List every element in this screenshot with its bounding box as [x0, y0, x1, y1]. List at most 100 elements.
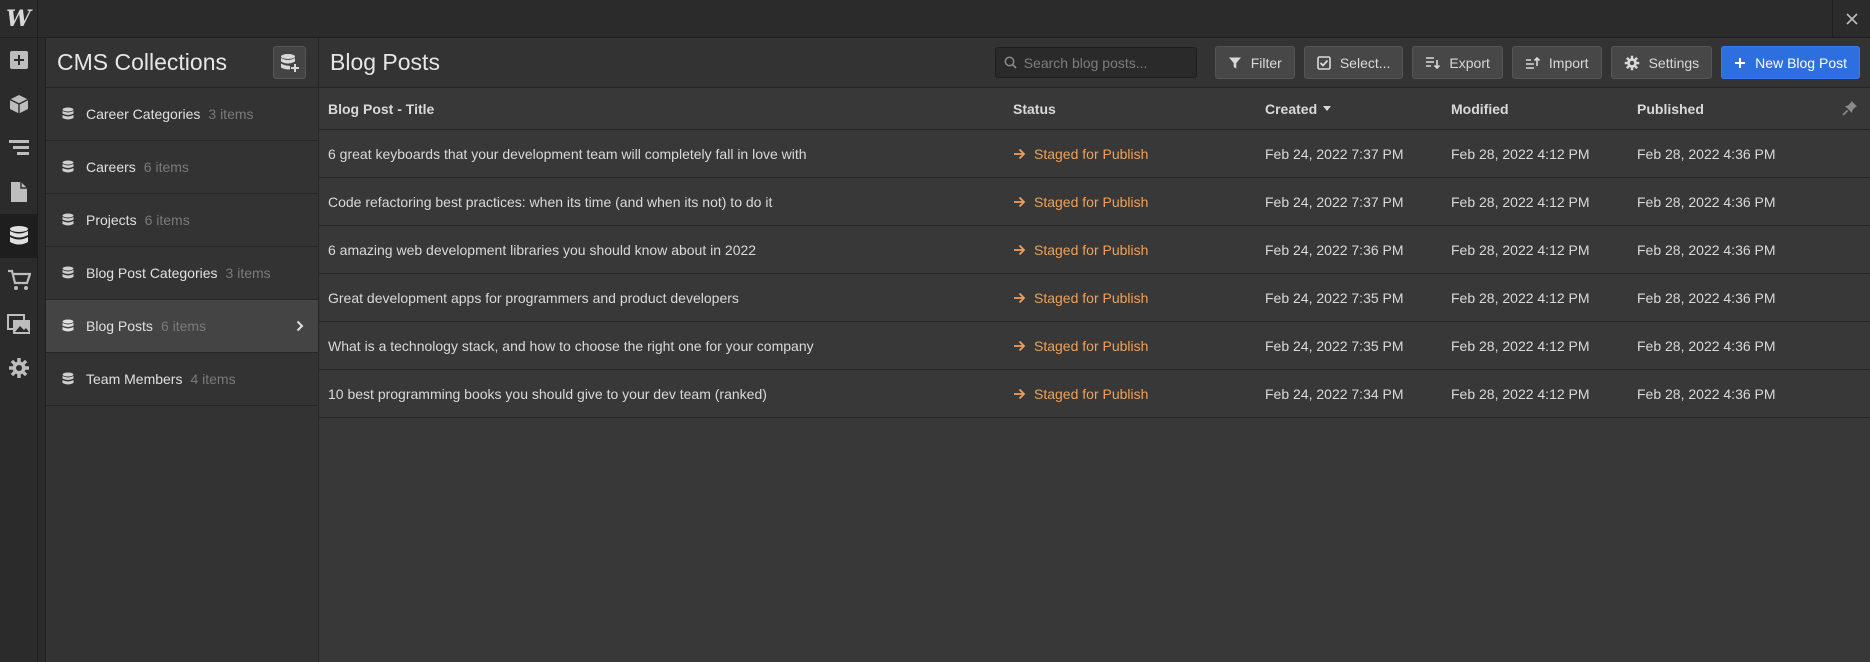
collections-panel: CMS Collections Career Categories 3 item…	[46, 38, 319, 662]
import-icon	[1525, 56, 1540, 69]
collection-count: 6 items	[160, 318, 207, 334]
post-modified: Feb 28, 2022 4:12 PM	[1451, 145, 1590, 162]
export-icon	[1426, 56, 1441, 69]
status-text: Staged for Publish	[1034, 145, 1149, 162]
collection-name: Careers	[86, 159, 136, 175]
collection-item-blog-posts[interactable]: Blog Posts 6 items	[46, 300, 318, 353]
post-published: Feb 28, 2022 4:36 PM	[1637, 193, 1776, 210]
database-icon	[62, 319, 74, 332]
table-row[interactable]: 6 amazing web development libraries you …	[319, 226, 1870, 274]
table-header: Blog Post - Title Status Created Modifie…	[319, 88, 1870, 130]
post-modified: Feb 28, 2022 4:12 PM	[1451, 289, 1590, 306]
post-status: Staged for Publish	[1013, 386, 1265, 402]
collection-item-career-categories[interactable]: Career Categories 3 items	[46, 88, 318, 141]
collection-count: 4 items	[190, 371, 236, 387]
post-status: Staged for Publish	[1013, 194, 1265, 210]
table-row[interactable]: Great development apps for programmers a…	[319, 274, 1870, 322]
post-title: What is a technology stack, and how to c…	[328, 337, 814, 354]
box-icon	[9, 95, 29, 114]
post-status: Staged for Publish	[1013, 290, 1265, 306]
post-status: Staged for Publish	[1013, 338, 1265, 354]
post-modified: Feb 28, 2022 4:12 PM	[1451, 385, 1590, 402]
gear-icon	[1624, 55, 1639, 70]
rail-components[interactable]	[0, 82, 38, 126]
column-created-label: Created	[1265, 100, 1318, 117]
checkbox-icon	[1317, 55, 1331, 70]
status-text: Staged for Publish	[1034, 385, 1149, 402]
add-database-icon	[280, 53, 299, 72]
settings-button[interactable]: Settings	[1610, 46, 1713, 79]
post-title: Great development apps for programmers a…	[328, 289, 739, 306]
database-icon	[62, 107, 74, 120]
export-button[interactable]: Export	[1412, 46, 1503, 79]
column-title[interactable]: Blog Post - Title	[319, 101, 1013, 117]
add-collection-button[interactable]	[273, 46, 306, 79]
collection-name: Team Members	[86, 371, 183, 387]
chevron-right-icon	[296, 320, 304, 332]
settings-icon	[9, 358, 29, 378]
collection-name: Projects	[86, 212, 137, 228]
new-blog-post-label: New Blog Post	[1755, 54, 1847, 71]
search-box[interactable]	[994, 47, 1197, 78]
select-button[interactable]: Select...	[1303, 46, 1404, 79]
search-input[interactable]	[1023, 54, 1184, 71]
column-modified[interactable]: Modified	[1451, 101, 1637, 117]
rail-settings[interactable]	[0, 346, 38, 390]
post-created: Feb 24, 2022 7:34 PM	[1265, 385, 1404, 402]
rail-cms[interactable]	[0, 214, 38, 258]
sort-desc-icon	[1323, 106, 1332, 111]
post-modified: Feb 28, 2022 4:12 PM	[1451, 193, 1590, 210]
collection-item-careers[interactable]: Careers 6 items	[46, 141, 318, 194]
arrow-right-icon	[1014, 388, 1026, 399]
table-row[interactable]: What is a technology stack, and how to c…	[319, 322, 1870, 370]
status-text: Staged for Publish	[1034, 241, 1149, 258]
post-status: Staged for Publish	[1013, 146, 1265, 162]
column-published[interactable]: Published	[1637, 101, 1823, 117]
new-blog-post-button[interactable]: New Blog Post	[1721, 46, 1860, 79]
collection-count: 3 items	[225, 265, 271, 281]
rail-ecommerce[interactable]	[0, 258, 38, 302]
left-icon-rail	[0, 38, 38, 662]
close-button[interactable]	[1832, 0, 1870, 38]
collection-count: 6 items	[143, 159, 189, 175]
post-title: 6 great keyboards that your development …	[328, 145, 807, 162]
column-status[interactable]: Status	[1013, 101, 1265, 117]
main-panel: Blog Posts Filter Select... Export Impor…	[319, 38, 1870, 662]
post-published: Feb 28, 2022 4:36 PM	[1637, 385, 1776, 402]
table-row[interactable]: 10 best programming books you should giv…	[319, 370, 1870, 418]
post-created: Feb 24, 2022 7:37 PM	[1265, 193, 1404, 210]
arrow-right-icon	[1014, 196, 1026, 207]
import-button[interactable]: Import	[1511, 46, 1602, 79]
database-icon	[62, 372, 74, 385]
collection-item-blog-post-categories[interactable]: Blog Post Categories 3 items	[46, 247, 318, 300]
post-title: 10 best programming books you should giv…	[328, 385, 767, 402]
status-text: Staged for Publish	[1034, 337, 1149, 354]
column-created[interactable]: Created	[1265, 101, 1451, 117]
collection-item-projects[interactable]: Projects 6 items	[46, 194, 318, 247]
rail-add-panel[interactable]	[0, 38, 38, 82]
pages-icon	[11, 182, 27, 202]
post-published: Feb 28, 2022 4:36 PM	[1637, 289, 1776, 306]
pin-column-button[interactable]	[1842, 100, 1858, 121]
filter-button[interactable]: Filter	[1214, 46, 1295, 79]
select-label: Select...	[1339, 54, 1391, 71]
rail-navigator[interactable]	[0, 126, 38, 170]
table-row[interactable]: 6 great keyboards that your development …	[319, 130, 1870, 178]
collections-title: CMS Collections	[57, 49, 227, 75]
arrow-right-icon	[1014, 292, 1026, 303]
post-status: Staged for Publish	[1013, 242, 1265, 258]
post-published: Feb 28, 2022 4:36 PM	[1637, 241, 1776, 258]
post-title: Code refactoring best practices: when it…	[328, 193, 773, 210]
column-status-label: Status	[1013, 100, 1056, 117]
webflow-logo[interactable]: W	[0, 0, 38, 38]
panel-divider	[38, 38, 46, 662]
filter-icon	[1228, 57, 1241, 68]
database-icon	[62, 266, 74, 279]
rail-pages[interactable]	[0, 170, 38, 214]
filter-label: Filter	[1250, 54, 1282, 71]
table-row[interactable]: Code refactoring best practices: when it…	[319, 178, 1870, 226]
collection-item-team-members[interactable]: Team Members 4 items	[46, 353, 318, 406]
rail-assets[interactable]	[0, 302, 38, 346]
plus-icon	[1735, 57, 1746, 68]
post-title: 6 amazing web development libraries you …	[328, 241, 757, 258]
